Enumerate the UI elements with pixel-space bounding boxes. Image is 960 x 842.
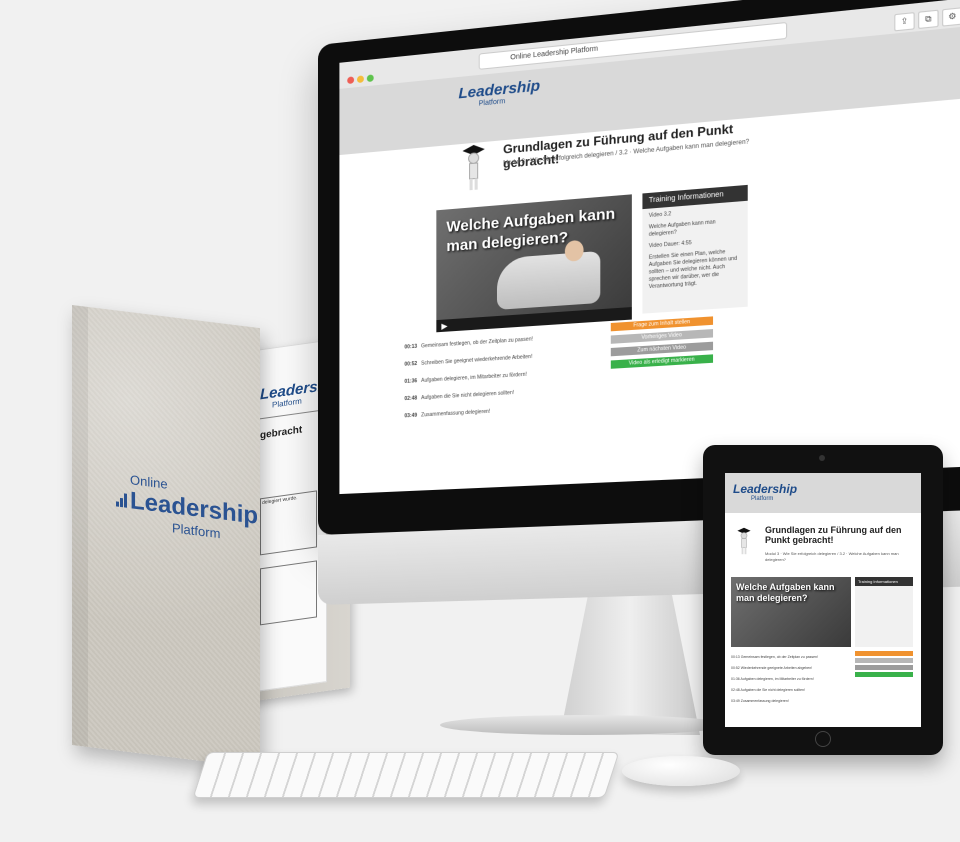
video-player[interactable]: Welche Aufgaben kann man delegieren? ▶ [436, 194, 632, 333]
minimize-window-button[interactable] [357, 75, 364, 84]
monitor-base [440, 715, 730, 735]
tablet-chapter-item[interactable]: 00:52 Wiederkehrende geeignete Arbeiten … [731, 666, 812, 670]
graduate-mascot-icon [737, 527, 751, 555]
tablet-site-header: Leadership Platform [725, 473, 921, 513]
folder-front-cover: Online Leadership Platform [72, 305, 260, 769]
sheet-title: gebracht [260, 424, 303, 442]
settings-icon[interactable]: ⚙ [942, 7, 960, 27]
video-controls: ▶ [436, 307, 632, 333]
chapter-text: Aufgaben die Sie nicht delegieren sollte… [421, 389, 515, 402]
tablet-previous-video-button[interactable] [855, 658, 913, 663]
tablet-logo[interactable]: Leadership Platform [733, 482, 797, 502]
mark-done-button[interactable]: Video als erledigt markieren [610, 354, 714, 369]
tablet-logo-text: Leadership [733, 482, 798, 496]
training-info-panel: Training Informationen Video 3.2 Welche … [642, 184, 748, 314]
close-window-button[interactable] [347, 76, 355, 85]
tablet-chapter-item[interactable]: 02:48 Aufgaben die Sie nicht delegieren … [731, 688, 805, 692]
chapter-text: Schreiben Sie geeignet wiederkehrende Ar… [421, 353, 533, 367]
folder-logo: Online Leadership Platform [116, 470, 258, 545]
chapter-item[interactable]: 01:36 Aufgaben delegieren, im Mitarbeiter… [404, 371, 533, 385]
tabs-icon[interactable]: ⧉ [918, 9, 939, 30]
sheet-divider [256, 409, 326, 420]
tablet-ask-question-button[interactable] [855, 651, 913, 656]
tablet-home-button[interactable] [815, 731, 831, 747]
chapter-list: 00:13 Gemeinsam festlegen, ob der Zeitpla… [404, 336, 533, 430]
tablet-camera [819, 455, 825, 461]
tablet-breadcrumb[interactable]: Modul 3 · Wie Sie erfolgreich delegieren… [765, 551, 915, 563]
tablet-screen: Leadership Platform Grundlagen zu Führung… [725, 473, 921, 727]
folder-spine [72, 305, 88, 747]
next-video-button[interactable]: Zum nächsten Video [610, 341, 714, 357]
training-line: Welche Aufgaben kann man delegieren? [648, 219, 716, 238]
bar-chart-icon [116, 492, 128, 508]
tablet-course-title: Grundlagen zu Führung auf den Punkt gebr… [765, 525, 902, 545]
tablet-chapter-item[interactable]: 00:13 Gemeinsam festlegen, ob der Zeitpl… [731, 655, 818, 659]
chapter-time: 01:36 [404, 378, 418, 385]
graduate-mascot-icon [462, 143, 485, 191]
mouse [622, 756, 740, 786]
chapter-time: 00:52 [404, 360, 418, 368]
tablet-video-player[interactable]: Welche Aufgaben kann man delegieren? [731, 577, 851, 647]
chapter-item[interactable]: 00:13 Gemeinsam festlegen, ob der Zeitpla… [404, 336, 533, 350]
monitor-screen: Online Leadership Platform ⇪ ⧉ ⚙ Leadershi… [339, 0, 960, 495]
video-person-figure [496, 250, 601, 310]
video-title: Welche Aufgaben kann man delegieren? [446, 205, 616, 256]
tablet-logo-sub: Platform [751, 496, 774, 502]
maximize-window-button[interactable] [366, 74, 374, 83]
chapter-time: 02:48 [404, 395, 418, 403]
chapter-text: Zusammenfassung delegieren! [421, 408, 491, 419]
chapter-item[interactable]: 03:49 Zusammenfassung delegieren! [404, 406, 533, 420]
play-icon[interactable]: ▶ [441, 321, 447, 331]
sheet-box [260, 560, 317, 626]
chapter-item[interactable]: 02:48 Aufgaben die Sie nicht delegieren s… [404, 389, 533, 402]
folder-document-sheet: Leadership Platform gebracht delegiert w… [255, 339, 327, 693]
monitor-stand [560, 595, 700, 735]
chapter-time: 03:49 [404, 412, 418, 420]
sheet-box [260, 490, 317, 556]
tablet-video-title: Welche Aufgaben kann man delegieren? [736, 582, 835, 603]
product-mockup-scene: Leadership Platform gebracht delegiert w… [0, 0, 960, 842]
chapter-item[interactable]: 00:52 Schreiben Sie geeignet wiederkehren… [404, 354, 533, 368]
tablet-chapter-item[interactable]: 01:36 Aufgaben delegieren, im Mitarbeite… [731, 677, 814, 681]
tablet-training-panel: Training Informationen [855, 577, 913, 647]
share-icon[interactable]: ⇪ [894, 12, 915, 32]
tablet-next-video-button[interactable] [855, 665, 913, 670]
tablet-training-header: Training Informationen [855, 577, 913, 586]
training-line: Erstellen Sie einen Plan, welche Aufgabe… [648, 249, 738, 291]
chapter-time: 00:13 [404, 343, 418, 351]
tablet-mark-done-button[interactable] [855, 672, 913, 677]
chapter-text: Aufgaben delegieren, im Mitarbeiter zu f… [421, 371, 527, 384]
tablet-chapter-item[interactable]: 03:49 Zusammenfassung delegieren! [731, 699, 789, 703]
site-logo[interactable]: Leadership Platform [458, 77, 540, 110]
keyboard [192, 752, 620, 798]
chapter-text: Gemeinsam festlegen, ob der Zeitplan zu … [421, 336, 533, 350]
tablet-device: Leadership Platform Grundlagen zu Führung… [703, 445, 943, 755]
